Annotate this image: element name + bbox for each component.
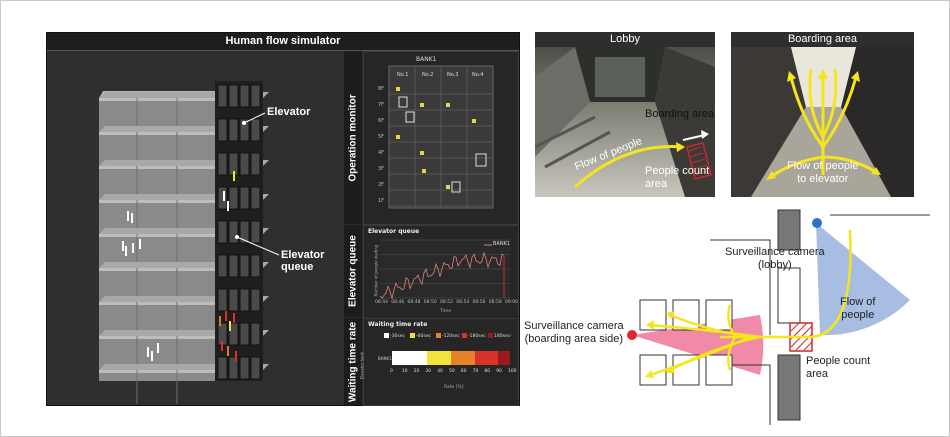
bank-name: BANK1 xyxy=(416,56,437,63)
elevator-queue-panel: Elevator queue BANK1 Number of people wa… xyxy=(363,225,519,319)
boarding-flow-label: Flow of people to elevator xyxy=(787,160,859,185)
waiting-xtick: 40 xyxy=(437,369,443,374)
floor-label: 2F xyxy=(378,182,384,188)
simulator-title: Human flow simulator xyxy=(47,33,519,51)
floor-label: 4F xyxy=(378,150,384,156)
waiting-legend: -30sec -60sec -120sec -180sec 180sec- xyxy=(384,333,516,341)
boarding-photo-title: Boarding area xyxy=(731,32,914,47)
car-label: No.4 xyxy=(472,72,483,78)
building-3d-view[interactable]: Elevator Elevator queue xyxy=(47,51,343,405)
camera-boarding-label: Surveillance camera (boarding area side) xyxy=(524,320,624,345)
queue-chart-title: Elevator queue xyxy=(368,228,420,235)
boarding-camera-icon xyxy=(627,330,637,340)
elevator-queue-panel-label: Elevator queue xyxy=(344,225,362,317)
lobby-photo-title: Lobby xyxy=(535,32,715,47)
waiting-xtick: 100 xyxy=(508,369,517,374)
waiting-bar-segment xyxy=(474,351,499,365)
waiting-legend-item: -180sec xyxy=(462,333,486,339)
queue-xtick: 08:44 xyxy=(375,300,388,305)
lobby-photo: Lobby Boarding area Flow of people Peopl… xyxy=(535,32,715,197)
camera-lobby-label: Surveillance camera (lobby) xyxy=(725,246,825,271)
queue-xtick: 08:54 xyxy=(456,300,470,305)
waiting-xtick: 0 xyxy=(390,369,393,374)
floor-label: 5F xyxy=(378,134,384,140)
queue-xticks: 08:44 08:46 08:48 08:50 08:52 08:54 08:56 08:58… xyxy=(375,300,518,308)
operation-monitor-panel: BANK1 No.1 No.2 No.3 No.4 8F 7F 6F 5F 4F 3F 2F 1F xyxy=(363,51,519,225)
waiting-xtick: 30 xyxy=(425,369,432,374)
car-label: No.1 xyxy=(397,72,408,78)
waiting-stacked-bar xyxy=(392,351,510,365)
waiting-legend-item: -60sec xyxy=(410,333,431,339)
waiting-xticks: 0 10 20 30 40 50 60 70 80 90 100 xyxy=(390,369,517,377)
waiting-xtick: 20 xyxy=(413,369,420,374)
human-flow-simulator-window: Human flow simulator Elevator Elevator q… xyxy=(46,32,520,406)
floor-label: 8F xyxy=(378,86,384,92)
waiting-legend-item: 180sec- xyxy=(488,333,512,339)
label-leader-lines xyxy=(235,112,280,256)
waiting-bar-segment xyxy=(498,351,510,365)
floor-label: 7F xyxy=(378,102,384,108)
queue-xtick: 08:48 xyxy=(407,300,421,305)
waiting-xlabel: Rate [%] xyxy=(444,385,464,390)
queue-xlabel: Time xyxy=(440,309,452,314)
diagram-flow-label: Flow of people xyxy=(840,296,876,321)
waiting-bar-segment xyxy=(450,351,475,365)
operation-monitor-label: Operation monitor xyxy=(344,51,362,224)
floor-label: 1F xyxy=(378,198,384,204)
waiting-row-label: BANK1 xyxy=(378,356,392,361)
lobby-boarding-area-label: Boarding area xyxy=(645,108,715,120)
waiting-bar-segment xyxy=(392,351,428,365)
queue-xtick: 09:00 xyxy=(505,300,518,305)
queue-xtick: 08:58 xyxy=(488,300,502,305)
operation-monitor-grid: No.1 No.2 No.3 No.4 8F 7F 6F 5F 4F 3F 2F 1F xyxy=(378,65,494,209)
lobby-count-area-label: People count area xyxy=(645,165,710,190)
diagram-count-area-label: People count area xyxy=(806,355,871,380)
lobby-camera-icon xyxy=(812,218,822,228)
queue-xtick: 08:52 xyxy=(440,300,453,305)
waiting-xtick: 80 xyxy=(484,369,491,374)
queue-legend: BANK1 xyxy=(493,241,511,247)
waiting-xtick: 70 xyxy=(472,369,479,374)
car-label: No.2 xyxy=(422,72,433,78)
floor-plan-diagram xyxy=(627,209,930,425)
queue-xtick: 08:50 xyxy=(423,300,437,305)
waiting-bar-segment xyxy=(427,351,451,365)
queue-ylabel: Number of people waiting xyxy=(373,244,379,297)
waiting-ylabel: Elevator bank xyxy=(359,351,365,380)
floor-label: 3F xyxy=(378,166,384,172)
waiting-xtick: 60 xyxy=(460,369,467,374)
car-label: No.3 xyxy=(447,72,458,78)
queue-xtick: 08:56 xyxy=(472,300,486,305)
queue-xtick: 08:46 xyxy=(391,300,405,305)
waiting-xtick: 90 xyxy=(496,369,502,374)
waiting-xtick: 10 xyxy=(401,369,408,374)
waiting-chart-title: Waiting time rate xyxy=(368,321,428,328)
waiting-xtick: 50 xyxy=(449,369,455,374)
elevator-queue-label: Elevator queue xyxy=(281,249,325,273)
waiting-time-rate-panel: Waiting time rate -30sec -60sec -120sec -18… xyxy=(359,318,519,406)
floor-label: 6F xyxy=(378,118,384,124)
waiting-legend-item: -30sec xyxy=(384,333,405,339)
boarding-area-photo: Boarding area Flow of people to elevator xyxy=(731,32,914,197)
waiting-legend-item: -120sec xyxy=(436,333,460,339)
